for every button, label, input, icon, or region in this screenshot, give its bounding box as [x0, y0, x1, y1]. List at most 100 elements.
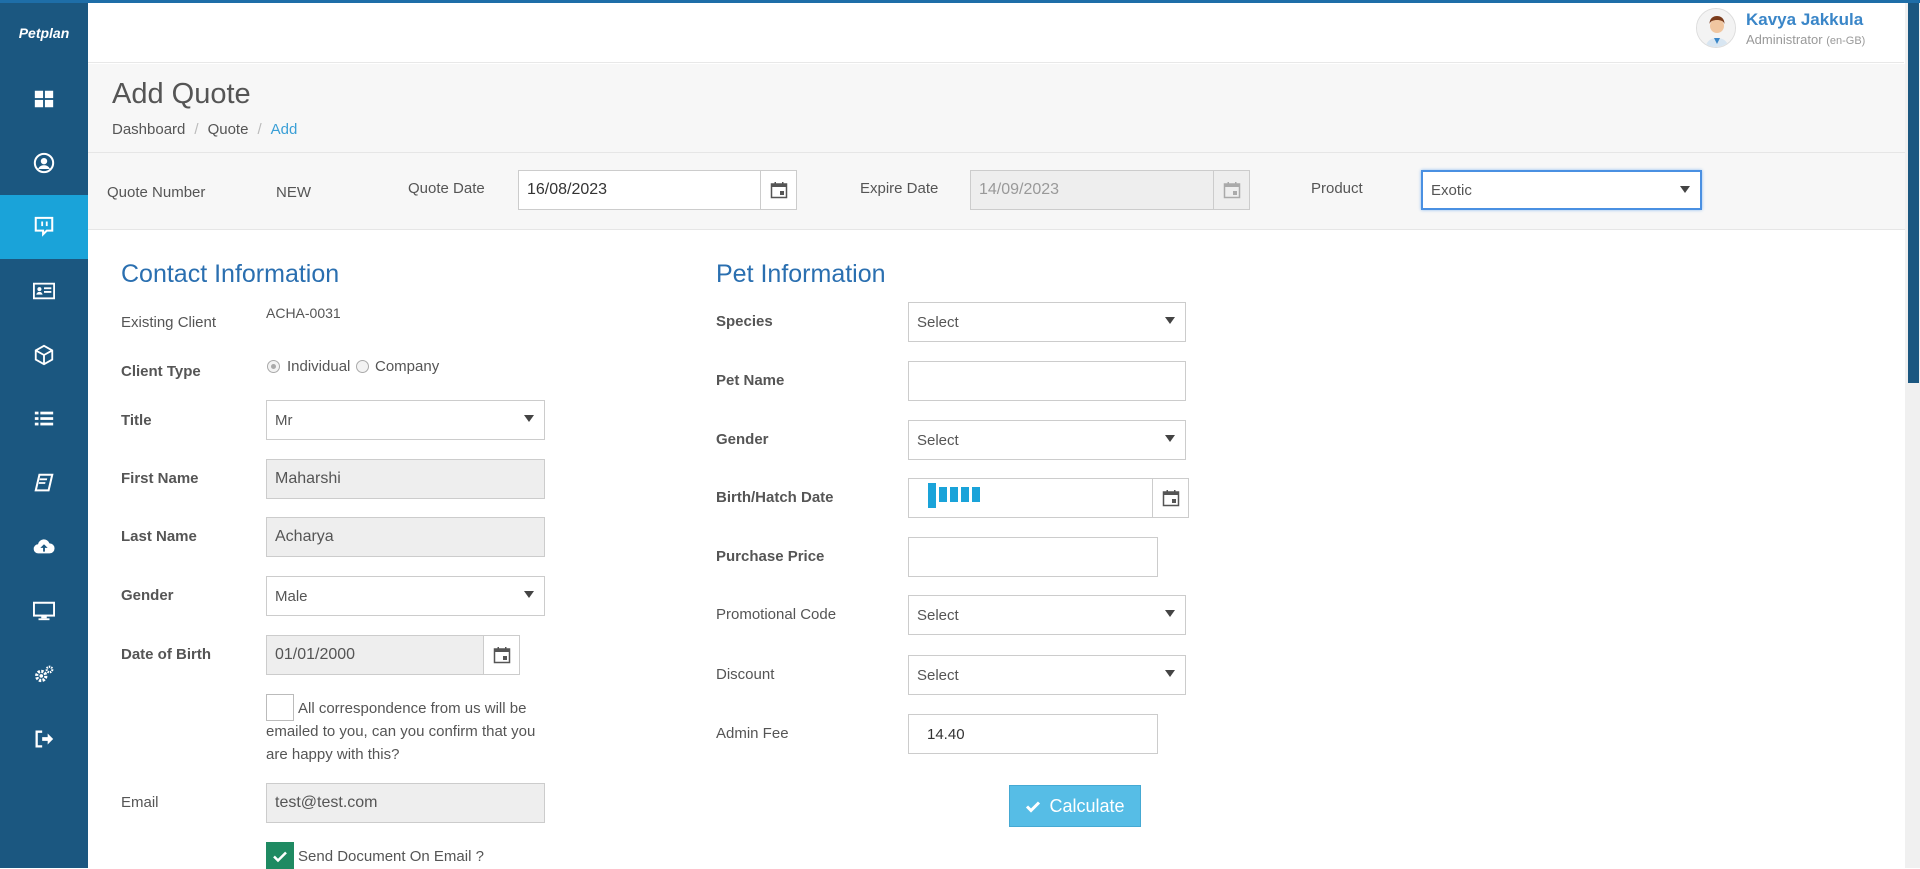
gender-select[interactable]: Male	[266, 576, 545, 616]
email-field[interactable]: test@test.com	[266, 783, 545, 823]
discount-select[interactable]: Select	[908, 655, 1186, 695]
check-icon	[1026, 801, 1041, 813]
sidebar-item-list[interactable]	[0, 387, 88, 451]
dob-field[interactable]: 01/01/2000	[266, 635, 484, 675]
pet-gender-select[interactable]: Select	[908, 420, 1186, 460]
sidebar-item-products[interactable]	[0, 323, 88, 387]
contact-section-title: Contact Information	[121, 260, 340, 288]
existing-client-label: Existing Client	[121, 314, 217, 331]
client-type-individual-radio[interactable]	[267, 360, 280, 373]
title-select[interactable]: Mr	[266, 400, 545, 440]
discount-label: Discount	[716, 666, 775, 683]
species-label: Species	[716, 313, 773, 330]
birth-date-label: Birth/Hatch Date	[716, 489, 834, 506]
purchase-price-label: Purchase Price	[716, 548, 825, 565]
gender-select-value: Male	[275, 587, 308, 605]
logout-icon	[35, 730, 54, 748]
first-name-field[interactable]: Maharshi	[266, 459, 545, 499]
client-type-company-label[interactable]: Company	[375, 358, 439, 375]
admin-fee-field[interactable]: 14.40	[908, 714, 1158, 754]
product-select[interactable]: Exotic	[1421, 170, 1702, 210]
pet-gender-label: Gender	[716, 431, 769, 448]
sidebar-item-dashboard[interactable]	[0, 67, 88, 131]
chevron-down-icon	[1680, 186, 1690, 193]
expire-date-input[interactable]: 14/09/2023	[970, 170, 1214, 210]
chevron-down-icon	[1165, 435, 1175, 442]
calendar-icon	[770, 182, 787, 199]
promo-code-label: Promotional Code	[716, 606, 837, 623]
calculate-button[interactable]: Calculate	[1009, 785, 1141, 827]
expire-date-label: Expire Date	[860, 180, 939, 197]
sidebar-item-policies[interactable]	[0, 259, 88, 323]
client-type-company-radio[interactable]	[356, 360, 369, 373]
pet-section-title: Pet Information	[716, 260, 886, 288]
top-header	[88, 3, 1904, 63]
existing-client-value: ACHA-0031	[266, 305, 341, 321]
user-name[interactable]: Kavya Jakkula	[1746, 10, 1863, 30]
quote-date-input[interactable]: 16/08/2023	[518, 170, 761, 210]
quote-date-calendar-button[interactable]	[760, 170, 797, 210]
gender-label: Gender	[121, 587, 174, 604]
last-name-field[interactable]: Acharya	[266, 517, 545, 557]
birth-date-calendar-button[interactable]	[1152, 478, 1189, 518]
dob-calendar-button[interactable]	[483, 635, 520, 675]
calendar-icon	[493, 647, 510, 664]
sidebar-item-clients[interactable]	[0, 131, 88, 195]
quote-number-value: NEW	[276, 184, 311, 201]
breadcrumb-separator: /	[194, 121, 199, 138]
scrollbar-thumb[interactable]	[1908, 3, 1919, 383]
breadcrumb-dashboard[interactable]: Dashboard	[112, 121, 185, 138]
quote-date-label: Quote Date	[408, 180, 485, 197]
admin-fee-label: Admin Fee	[716, 725, 789, 742]
breadcrumb-add[interactable]: Add	[271, 121, 298, 138]
app-logo: Petplan	[18, 25, 70, 41]
client-type-label: Client Type	[121, 363, 201, 380]
send-document-label[interactable]: Send Document On Email ?	[298, 848, 484, 865]
chevron-down-icon	[1165, 317, 1175, 324]
breadcrumb-separator: /	[257, 121, 262, 138]
monitor-icon	[33, 601, 55, 621]
sidebar-item-docs[interactable]	[0, 451, 88, 515]
promo-code-select[interactable]: Select	[908, 595, 1186, 635]
book-icon	[34, 473, 54, 492]
user-locale: (en-GB)	[1826, 35, 1866, 47]
client-type-individual-label[interactable]: Individual	[287, 358, 350, 375]
id-card-icon	[33, 282, 55, 300]
sidebar-item-screen[interactable]	[0, 579, 88, 643]
product-label: Product	[1311, 180, 1363, 197]
breadcrumb-quote[interactable]: Quote	[208, 121, 249, 138]
sidebar-item-upload[interactable]	[0, 515, 88, 579]
chevron-down-icon	[1165, 670, 1175, 677]
user-role: Administrator (en-GB)	[1746, 32, 1865, 47]
dob-label: Date of Birth	[121, 646, 211, 663]
user-circle-icon	[33, 152, 55, 174]
discount-select-value: Select	[917, 666, 959, 684]
dashboard-icon	[34, 90, 54, 108]
cube-icon	[34, 344, 54, 366]
title-area	[88, 64, 1905, 152]
chevron-down-icon	[524, 415, 534, 422]
title-select-value: Mr	[275, 411, 293, 429]
breadcrumb: Dashboard / Quote / Add	[112, 121, 297, 138]
pet-gender-select-value: Select	[917, 431, 959, 449]
check-icon	[273, 851, 287, 862]
sidebar-item-logout[interactable]	[0, 707, 88, 771]
chevron-down-icon	[524, 591, 534, 598]
correspondence-text: All correspondence from us will be email…	[266, 700, 536, 763]
quote-number-label: Quote Number	[107, 184, 206, 201]
send-document-checkbox[interactable]	[266, 842, 294, 869]
email-label: Email	[121, 794, 159, 811]
species-select[interactable]: Select	[908, 302, 1186, 342]
cloud-upload-icon	[33, 539, 55, 554]
sidebar-item-quote[interactable]	[0, 195, 88, 259]
chevron-down-icon	[1165, 610, 1175, 617]
purchase-price-field[interactable]	[908, 537, 1158, 577]
pet-name-label: Pet Name	[716, 372, 785, 389]
pet-name-field[interactable]	[908, 361, 1186, 401]
first-name-label: First Name	[121, 470, 199, 487]
avatar[interactable]	[1696, 8, 1736, 48]
sidebar-item-settings[interactable]	[0, 643, 88, 707]
last-name-label: Last Name	[121, 528, 197, 545]
quote-icon	[34, 216, 54, 237]
expire-date-calendar-button[interactable]	[1213, 170, 1250, 210]
